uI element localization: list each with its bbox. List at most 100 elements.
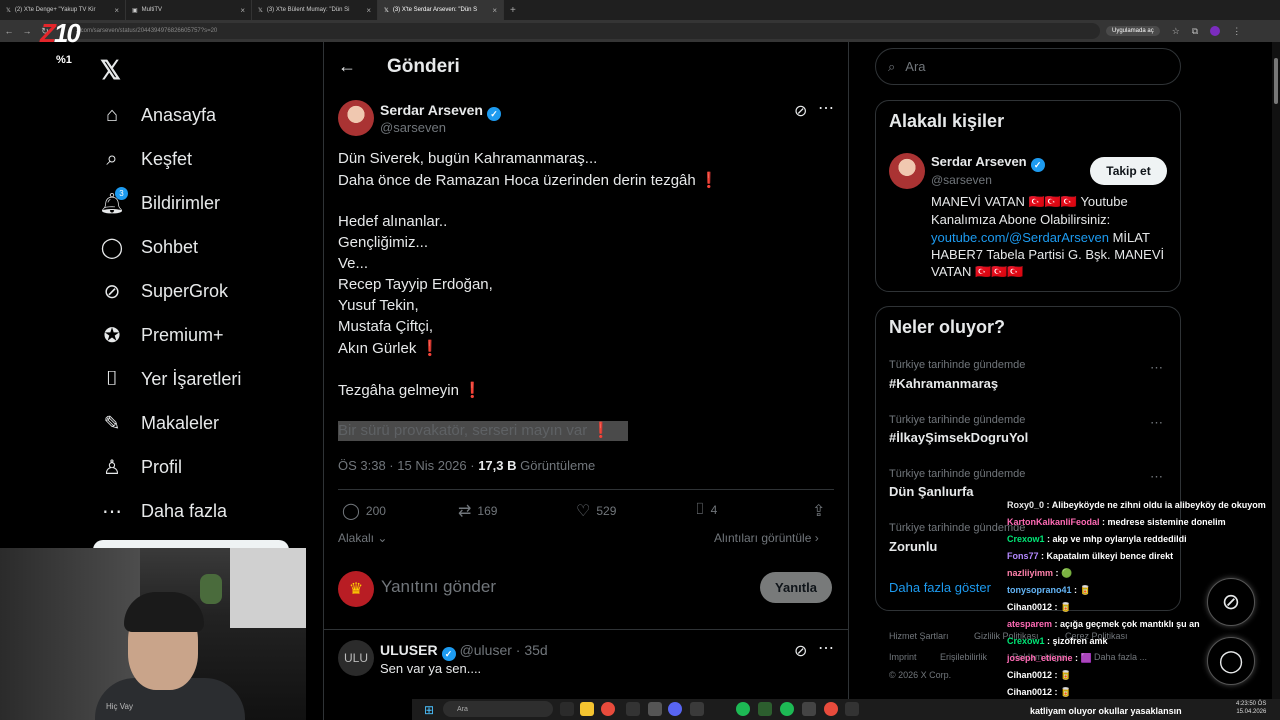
chat-message: Cihan0012 : 🥫 — [1007, 670, 1072, 680]
sidebar-item-articles[interactable]: ✎ Makaleler — [100, 408, 219, 438]
new-tab-icon[interactable]: + — [510, 5, 516, 16]
sort-relevance-dropdown[interactable]: Alakalı ⌄ — [338, 531, 387, 545]
sidebar-item-profile[interactable]: ♙ Profil — [100, 452, 182, 482]
follow-button[interactable]: Takip et — [1090, 157, 1167, 185]
post-text-line: Daha önce de Ramazan Hoca üzerinden deri… — [338, 172, 719, 189]
share-action[interactable]: ⇪ — [812, 501, 825, 521]
grok-icon[interactable]: ⊘ — [794, 641, 807, 661]
taskbar-search[interactable]: Ara — [443, 701, 553, 717]
url-field[interactable]: x.com/sarseven/status/204439497682660575… — [60, 23, 1100, 39]
close-tab-icon[interactable]: × — [240, 6, 245, 15]
reply-input[interactable]: Yanıtını gönder — [381, 577, 496, 597]
back-nav-icon[interactable]: ← — [0, 26, 18, 36]
trend-item[interactable]: #İlkayŞimsekDogruYol — [889, 430, 1028, 445]
x-logo-icon[interactable]: 𝕏 — [100, 55, 121, 86]
taskbar-app-icon[interactable] — [626, 702, 640, 716]
chrome-icon[interactable] — [824, 702, 838, 716]
browser-tab[interactable]: 𝕏 (3) X'te Bülent Mumay: "Dün Si × — [252, 0, 378, 20]
like-action[interactable]: ♡ 529 — [576, 501, 616, 521]
trend-item[interactable]: Dün Şanlıurfa — [889, 484, 974, 499]
grok-icon[interactable]: ⊘ — [794, 101, 807, 121]
reply-action[interactable]: ◯ 200 — [342, 501, 386, 521]
taskbar-app-icon[interactable] — [758, 702, 772, 716]
post-text-line: Recep Tayyip Erdoğan, — [338, 276, 493, 293]
bell-icon: 🔔︎ 3 — [99, 187, 128, 215]
author-handle[interactable]: @sarseven — [380, 120, 446, 135]
more-options-icon[interactable]: ⋯ — [1150, 360, 1163, 376]
chat-message: Roxy0_0 : Alibeyköyde ne zihni oldu ia a… — [1007, 500, 1266, 510]
more-options-icon[interactable]: ⋯ — [1150, 469, 1163, 485]
footer-link[interactable]: Imprint — [889, 652, 917, 662]
more-options-icon[interactable]: ⋯ — [818, 98, 834, 118]
sidebar-item-premium[interactable]: ✪ Premium+ — [100, 320, 224, 350]
taskbar-app-icon[interactable] — [802, 702, 816, 716]
related-name[interactable]: Serdar Arseven ✓ — [931, 154, 1045, 172]
webcam-figurine — [200, 574, 222, 604]
x-tab-icon: 𝕏 — [6, 7, 11, 14]
home-icon: ⌂ — [105, 103, 119, 126]
more-options-icon[interactable]: ⋯ — [818, 638, 834, 658]
avatar[interactable]: ULU — [338, 640, 374, 676]
avatar[interactable] — [338, 100, 374, 136]
sidebar-item-supergrok[interactable]: ⊘ SuperGrok — [100, 276, 228, 306]
browser-tab-active[interactable]: 𝕏 (3) X'te Serdar Arseven: "Dün S × — [378, 0, 504, 20]
author-name[interactable]: Serdar Arseven ✓ — [380, 102, 501, 121]
browser-tab[interactable]: 𝕏 (2) X'te Denge+ "Yakup TV Kir × — [0, 0, 126, 20]
repost-action[interactable]: ⇄ 169 — [458, 501, 497, 521]
discord-icon[interactable] — [668, 702, 682, 716]
view-quotes-link[interactable]: Alıntıları görüntüle › — [714, 531, 819, 545]
browser-tab-bar: 𝕏 (2) X'te Denge+ "Yakup TV Kir × ▣ MultiTV… — [0, 0, 1280, 20]
page-scrollbar[interactable] — [1272, 42, 1280, 699]
back-arrow-icon[interactable]: ← — [338, 56, 356, 77]
user-avatar[interactable]: ♛ — [338, 571, 374, 607]
reply-button[interactable]: Yanıtla — [760, 572, 832, 603]
open-in-app-chip[interactable]: Uygulamada aç — [1106, 26, 1160, 36]
trends-title: Neler oluyor? — [889, 317, 1006, 337]
chevron-right-icon: › — [814, 531, 819, 545]
menu-dots-icon[interactable]: ⋮ — [1232, 26, 1241, 37]
close-tab-icon[interactable]: × — [114, 6, 119, 15]
avatar[interactable] — [889, 153, 925, 189]
close-tab-icon[interactable]: × — [366, 6, 371, 15]
messages-float-button[interactable]: ◯ — [1207, 637, 1255, 685]
windows-start-icon[interactable]: ⊞ — [424, 703, 434, 717]
sidebar-item-bookmarks[interactable]: ⌷ Yer İşaretleri — [100, 364, 241, 394]
reply-author-name[interactable]: ULUSER ✓ @uluser · 35d — [380, 642, 548, 661]
bio-link[interactable]: youtube.com/@SerdarArseven — [931, 230, 1109, 245]
chrome-icon[interactable] — [601, 702, 615, 716]
forward-nav-icon[interactable]: → — [18, 26, 36, 36]
related-handle[interactable]: @sarseven — [931, 173, 992, 187]
footer-link[interactable]: Hizmet Şartları — [889, 631, 949, 641]
star-icon[interactable]: ☆ — [1172, 26, 1180, 37]
browser-tab[interactable]: ▣ MultiTV × — [126, 0, 252, 20]
grok-float-button[interactable]: ⊘ — [1207, 578, 1255, 626]
taskbar-app-icon[interactable] — [648, 702, 662, 716]
chat-message: Cihan0012 : 🥫 — [1007, 687, 1072, 697]
taskbar-app-icon[interactable] — [560, 702, 574, 716]
divider — [338, 489, 834, 490]
taskbar-app-icon[interactable] — [845, 702, 859, 716]
sidebar-item-notifications[interactable]: 🔔︎ 3 Bildirimler — [99, 187, 220, 218]
trend-item[interactable]: #Kahramanmaraş — [889, 376, 998, 391]
footer-link[interactable]: Erişilebilirlik — [940, 652, 987, 662]
spotify-icon[interactable] — [780, 702, 794, 716]
profile-dot-icon[interactable] — [1210, 26, 1221, 36]
extensions-icon[interactable]: ⧉ — [1192, 26, 1198, 37]
sidebar-item-home[interactable]: ⌂ Anasayfa — [100, 100, 216, 130]
trend-item[interactable]: Zorunlu — [889, 539, 937, 554]
search-input[interactable]: ⌕ Ara — [875, 48, 1181, 85]
file-explorer-icon[interactable] — [580, 702, 594, 716]
taskbar-app-icon[interactable] — [690, 702, 704, 716]
show-more-link[interactable]: Daha fazla göster — [889, 580, 991, 595]
sidebar-item-chat[interactable]: ◯ Sohbet — [100, 232, 198, 262]
bio-line: MANEVİ VATAN 🇹🇷🇹🇷🇹🇷 Youtube — [931, 194, 1128, 209]
bookmark-action[interactable]: ⌷ 4 — [695, 501, 717, 519]
scrollbar-thumb[interactable] — [1274, 58, 1278, 104]
close-tab-icon[interactable]: × — [492, 6, 497, 15]
webcam-person-hair — [124, 592, 204, 632]
spotify-icon[interactable] — [736, 702, 750, 716]
sidebar-item-explore[interactable]: ⌕ Keşfet — [100, 144, 192, 174]
sidebar-item-more[interactable]: ⋯ Daha fazla — [100, 496, 227, 526]
webcam-window — [230, 548, 306, 628]
more-options-icon[interactable]: ⋯ — [1150, 415, 1163, 431]
